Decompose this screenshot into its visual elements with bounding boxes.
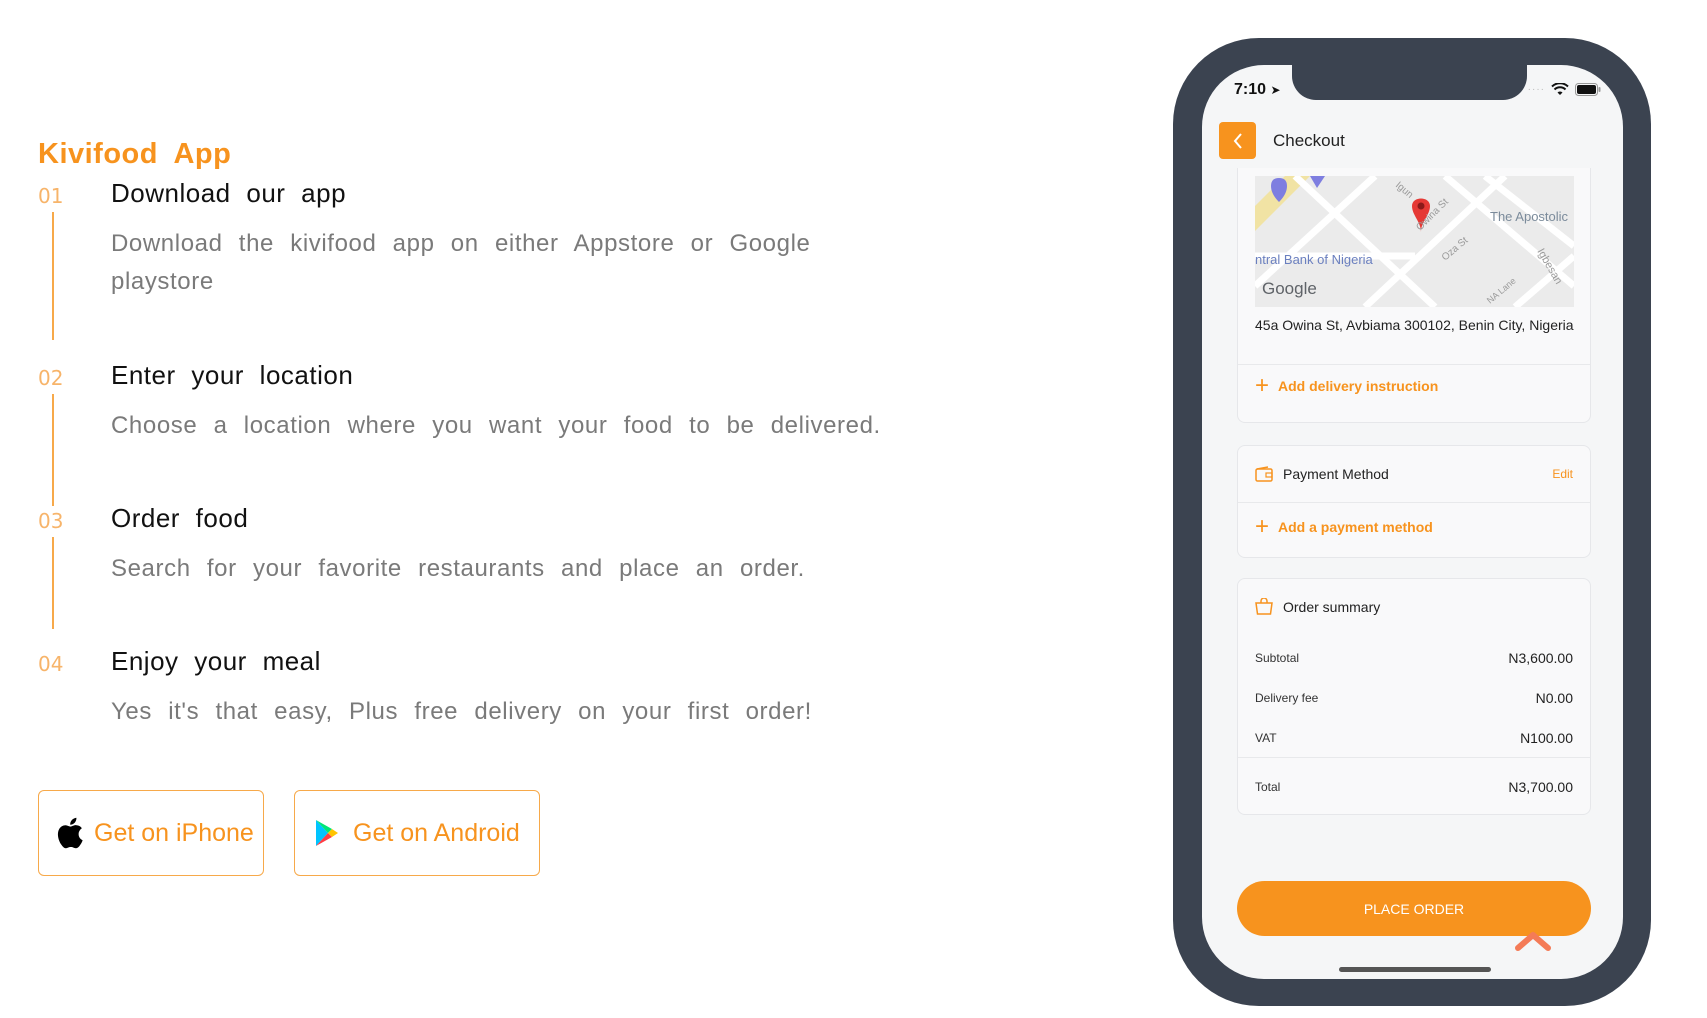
- phone-mockup: 7:10 ➤ ···· Checkout The Apostolic ntral…: [1173, 38, 1651, 1006]
- step-title: Enjoy your meal: [111, 646, 321, 676]
- phone-screen: 7:10 ➤ ···· Checkout The Apostolic ntral…: [1202, 65, 1623, 979]
- step-title: Enter your location: [111, 360, 354, 390]
- step-number: 01: [38, 184, 64, 208]
- signal-icon: ····: [1527, 84, 1545, 95]
- delivery-address-card: The Apostolic ntral Bank of Nigeria Igun…: [1237, 168, 1591, 423]
- total-label: Total: [1255, 780, 1281, 794]
- total-value: N3,700.00: [1508, 779, 1573, 795]
- apple-icon: [54, 815, 84, 851]
- step-description: Download the kivifood app on either Apps…: [111, 230, 811, 295]
- status-icons: ····: [1528, 83, 1601, 96]
- add-delivery-instruction-label: Add delivery instruction: [1278, 378, 1439, 394]
- step-description: Yes it's that easy, Plus free delivery o…: [111, 698, 812, 725]
- delivery-fee-value: N0.00: [1535, 690, 1573, 706]
- wallet-icon: [1255, 466, 1273, 482]
- plus-icon: +: [1255, 372, 1270, 399]
- back-button[interactable]: [1219, 122, 1256, 159]
- delivery-address: 45a Owina St, Avbiama 300102, Benin City…: [1255, 317, 1574, 333]
- app-header: Checkout: [1202, 113, 1623, 168]
- home-indicator: [1339, 967, 1491, 972]
- step-description: Choose a location where you want your fo…: [111, 412, 881, 439]
- step-title: Order food: [111, 503, 249, 533]
- place-order-button[interactable]: PLACE ORDER: [1237, 881, 1591, 936]
- google-play-icon: [315, 819, 339, 847]
- payment-method-card: Payment Method Edit + Add a payment meth…: [1237, 445, 1591, 558]
- payment-method-header: Payment Method: [1255, 466, 1389, 482]
- subtotal-value: N3,600.00: [1508, 650, 1573, 666]
- map-roads: The Apostolic ntral Bank of Nigeria Igun…: [1255, 176, 1574, 307]
- edit-payment-link[interactable]: Edit: [1552, 467, 1573, 481]
- add-payment-method-label: Add a payment method: [1278, 519, 1433, 535]
- map-label-apostolic: The Apostolic: [1490, 209, 1569, 224]
- step-description: Search for your favorite restaurants and…: [111, 555, 805, 582]
- step-number: 04: [38, 652, 64, 676]
- brand-title: Kivifood App: [38, 138, 232, 170]
- phone-notch: [1292, 65, 1527, 100]
- divider: [1238, 364, 1590, 365]
- subtotal-label: Subtotal: [1255, 651, 1300, 665]
- step-connector: [52, 394, 54, 506]
- step-number: 02: [38, 366, 64, 390]
- order-summary-card: Order summary Subtotal N3,600.00 Deliver…: [1237, 578, 1591, 815]
- divider: [1238, 757, 1590, 758]
- order-summary-header: Order summary: [1255, 598, 1380, 615]
- chevron-left-icon: [1233, 132, 1242, 149]
- google-logo: Google: [1262, 279, 1317, 298]
- add-payment-method-link[interactable]: + Add a payment method: [1255, 513, 1433, 540]
- page-title: Checkout: [1273, 131, 1345, 150]
- location-arrow-icon: ➤: [1270, 83, 1281, 97]
- add-delivery-instruction-link[interactable]: + Add delivery instruction: [1255, 372, 1439, 399]
- shopping-bag-icon: [1255, 598, 1273, 615]
- step-connector: [52, 212, 54, 340]
- battery-icon: [1575, 83, 1601, 96]
- step-connector: [52, 537, 54, 629]
- vat-label: VAT: [1255, 731, 1277, 745]
- map-label-bank: ntral Bank of Nigeria: [1255, 252, 1374, 267]
- plus-icon: +: [1255, 513, 1270, 540]
- iphone-button-label: Get on iPhone: [94, 818, 254, 847]
- delivery-fee-label: Delivery fee: [1255, 691, 1319, 705]
- android-button-label: Get on Android: [353, 818, 520, 847]
- get-on-iphone-button[interactable]: Get on iPhone: [38, 790, 264, 876]
- step-title: Download our app: [111, 178, 347, 208]
- location-map[interactable]: The Apostolic ntral Bank of Nigeria Igun…: [1255, 176, 1574, 307]
- step-number: 03: [38, 509, 64, 533]
- status-time-text: 7:10: [1234, 81, 1267, 98]
- order-summary-title: Order summary: [1283, 598, 1381, 615]
- status-time: 7:10 ➤: [1234, 81, 1281, 99]
- wifi-icon: [1551, 83, 1569, 95]
- divider: [1238, 502, 1590, 503]
- payment-method-title: Payment Method: [1283, 466, 1389, 482]
- scroll-up-icon[interactable]: [1514, 930, 1552, 952]
- get-on-android-button[interactable]: Get on Android: [294, 790, 540, 876]
- vat-value: N100.00: [1520, 730, 1573, 746]
